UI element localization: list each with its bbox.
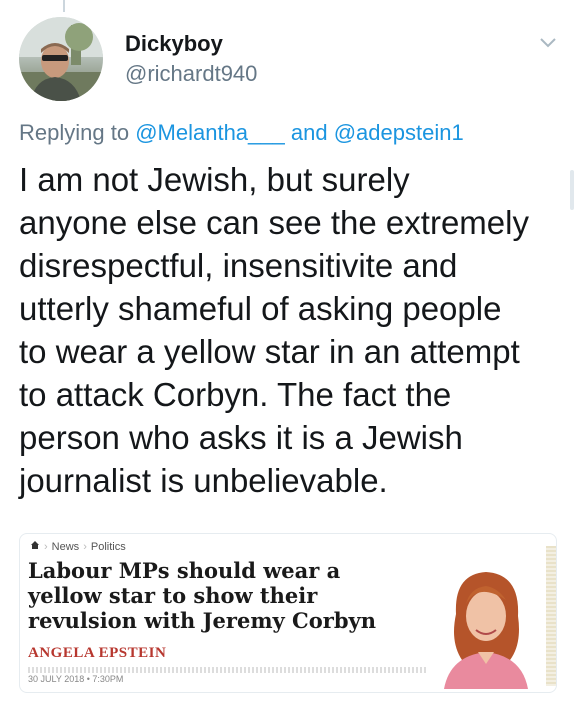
breadcrumb-separator: › [44,540,48,553]
headline-line: Labour MPs should wear a [28,558,341,583]
breadcrumb-separator: › [83,540,87,553]
user-handle[interactable]: @richardt940 [125,59,257,89]
reply-joiner: and [290,120,328,145]
tweet-header: Dickyboy @richardt940 [19,17,559,107]
tweet-text-line: I am not Jewish, but surely [19,161,410,198]
author-photo [436,564,536,689]
thread-connector-line [63,0,65,12]
tweet-text: I am not Jewish, but surely anyone else … [19,158,564,502]
breadcrumb: › News › Politics [30,540,126,553]
avatar[interactable] [19,17,103,101]
article-headline: Labour MPs should wear a yellow star to … [28,558,398,633]
headline-line: revulsion with Jeremy Corbyn [28,608,376,633]
scrollbar[interactable] [570,170,574,210]
article-date: 30 JULY 2018 • 7:30PM [28,674,124,684]
home-icon [30,540,40,553]
avatar-photo [19,17,103,101]
reply-mention-1[interactable]: @Melantha___ [135,120,285,145]
tweet-text-line: to wear a yellow star in an attempt [19,333,520,370]
breadcrumb-news: News [51,540,80,553]
reply-mention-2[interactable]: @adepstein1 [334,120,464,145]
tweet-text-line: journalist is unbelievable. [19,462,388,499]
divider [28,667,428,673]
replying-to-line: Replying to @Melantha___ and @adepstein1 [19,120,464,146]
tweet-text-line: person who asks it is a Jewish [19,419,463,456]
headline-line: yellow star to show their [28,583,318,608]
article-author: ANGELA EPSTEIN [28,645,167,661]
chevron-down-icon[interactable] [537,31,559,53]
breadcrumb-politics: Politics [90,540,126,553]
tweet-text-line: to attack Corbyn. The fact the [19,376,452,413]
replying-prefix: Replying to [19,120,130,145]
display-name[interactable]: Dickyboy [125,31,257,57]
decorative-edge [546,546,556,686]
tweet-text-line: anyone else can see the extremely [19,204,529,241]
embedded-article-image[interactable]: › News › Politics Labour MPs should wear… [19,533,557,693]
tweet-text-line: disrespectful, insensitivite and [19,247,458,284]
tweet-text-line: utterly shameful of asking people [19,290,502,327]
